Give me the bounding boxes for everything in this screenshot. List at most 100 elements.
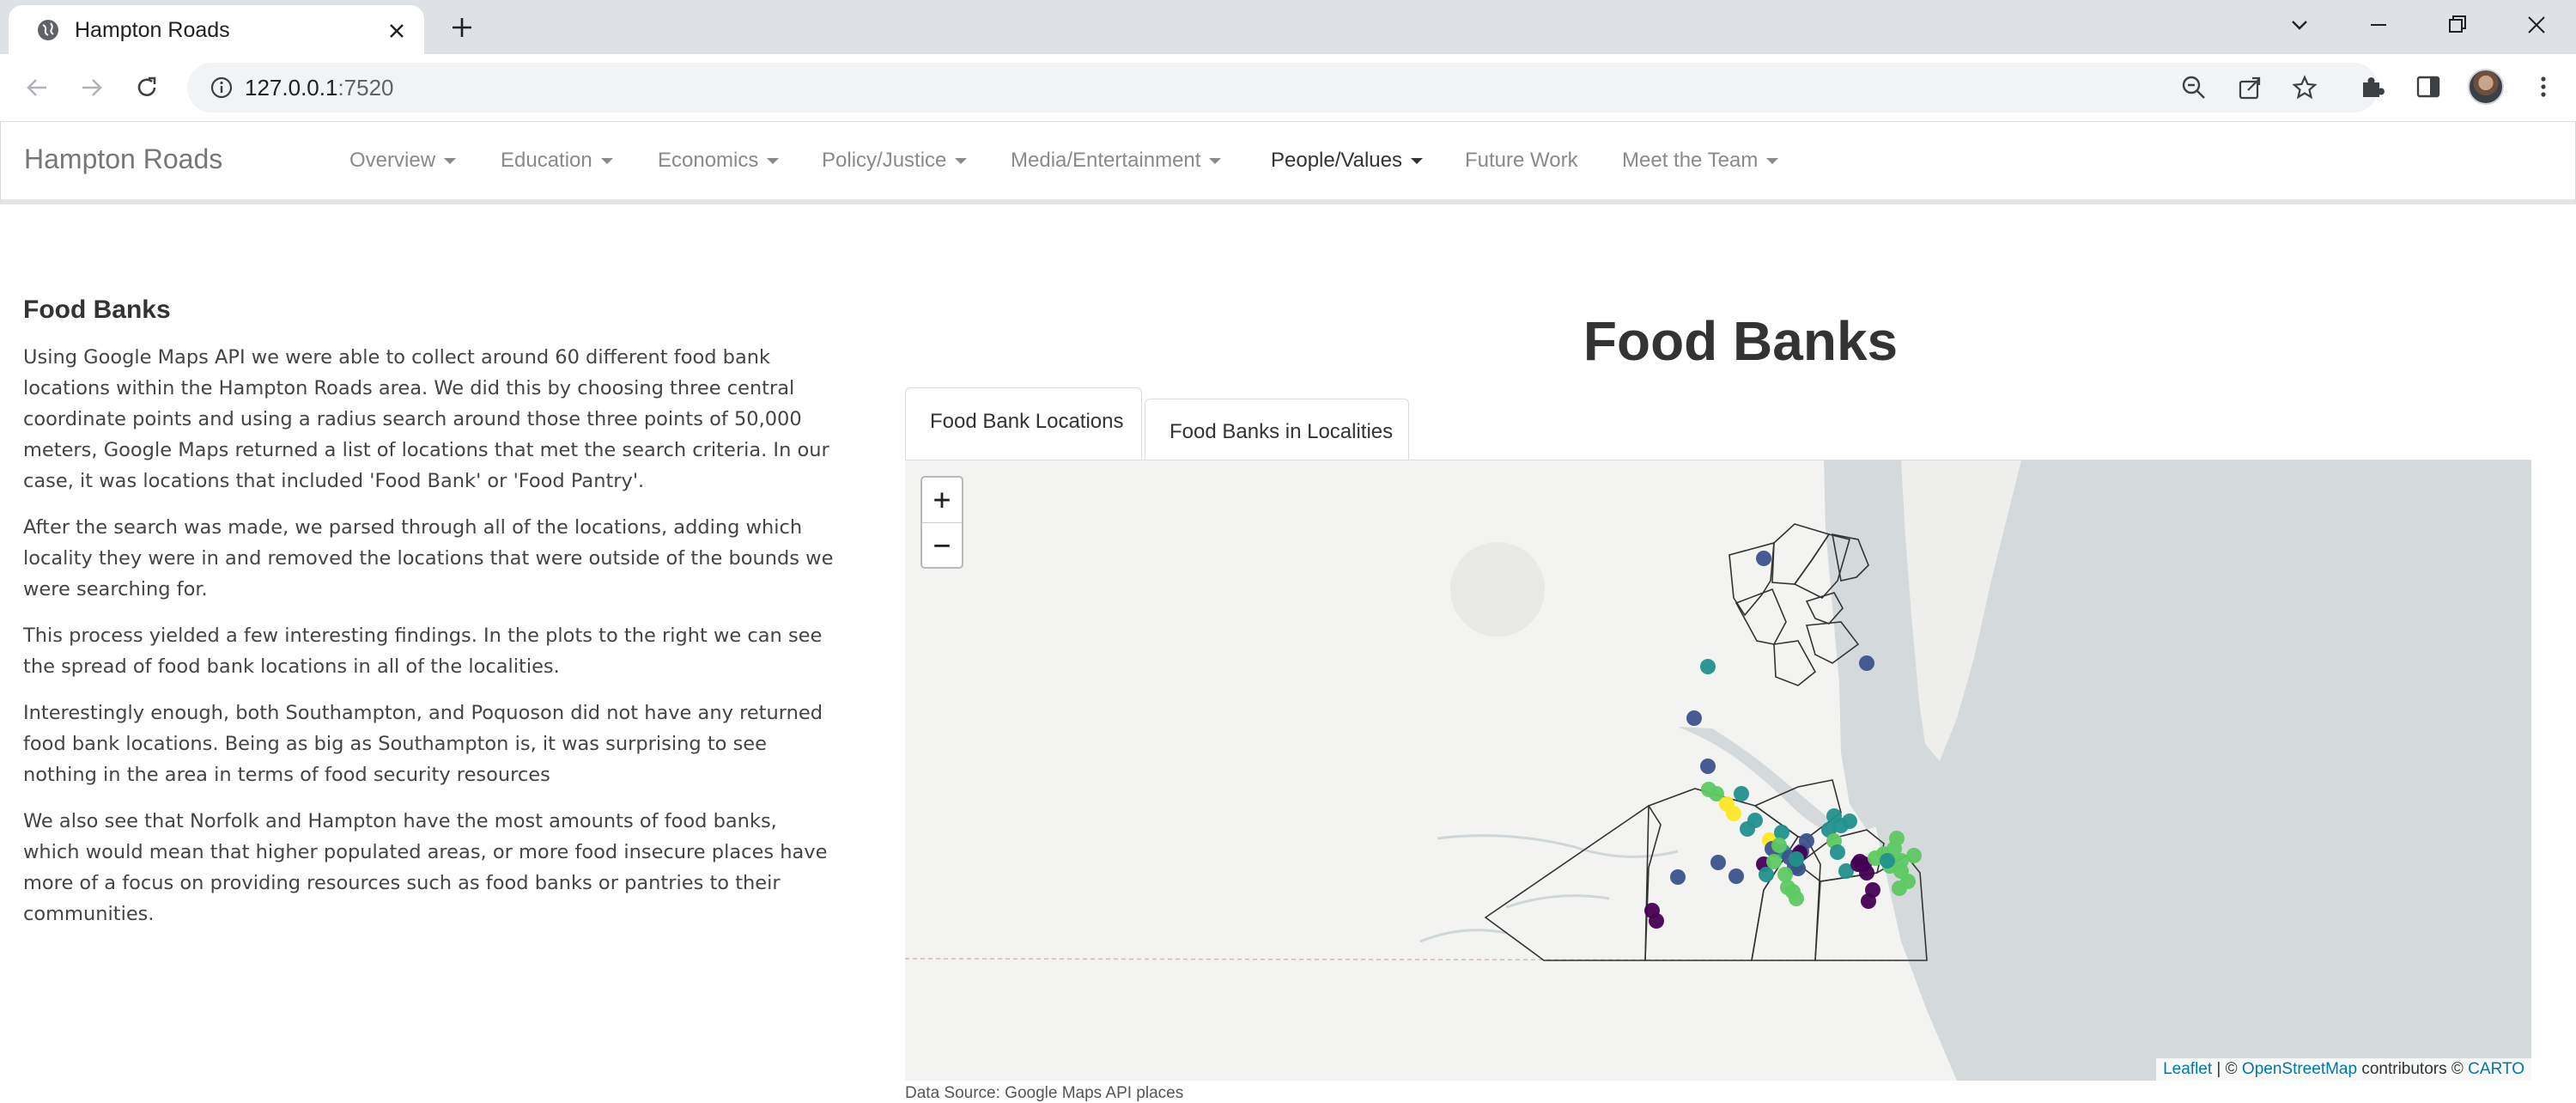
food-bank-marker[interactable] [1670, 869, 1686, 885]
food-bank-marker[interactable] [1700, 659, 1716, 674]
nav-education[interactable]: Education [501, 149, 613, 173]
url-port: :7520 [337, 75, 394, 101]
restore-icon[interactable] [2445, 12, 2470, 38]
leaflet-link[interactable]: Leaflet [2163, 1060, 2212, 1078]
urban-area [1450, 542, 1545, 637]
side-panel-icon[interactable] [2414, 72, 2443, 101]
nav-future-work[interactable]: Future Work [1465, 149, 1578, 173]
food-bank-marker[interactable] [1759, 867, 1774, 882]
nav-overview[interactable]: Overview [349, 149, 457, 173]
nav-policy-justice[interactable]: Policy/Justice [822, 149, 968, 173]
tab-food-bank-locations[interactable]: Food Bank Locations [905, 387, 1142, 460]
sidebar-text-panel: Food Banks Using Google Maps API we were… [23, 296, 839, 945]
browser-tab-title: Hampton Roads [75, 18, 230, 42]
caret-down-icon [1209, 158, 1222, 165]
attribution-contrib: contributors © [2357, 1060, 2469, 1078]
food-bank-marker[interactable] [1649, 913, 1664, 929]
nav-future-work-label: Future Work [1465, 149, 1578, 172]
reload-icon[interactable] [132, 73, 161, 102]
map-canvas[interactable] [905, 460, 2531, 1081]
address-bar[interactable]: 127.0.0.1:7520 [187, 63, 2379, 113]
food-bank-marker[interactable] [1686, 710, 1702, 726]
caret-down-icon [1766, 158, 1779, 165]
new-tab-icon[interactable] [448, 14, 476, 41]
food-bank-marker[interactable] [1789, 851, 1804, 867]
url-text: 127.0.0.1:7520 [245, 75, 394, 101]
tab-search-chevron-icon[interactable] [2287, 12, 2312, 38]
osm-link[interactable]: OpenStreetMap [2242, 1060, 2357, 1078]
navbar-brand[interactable]: Hampton Roads [24, 143, 222, 175]
food-bank-marker[interactable] [1777, 867, 1793, 882]
paragraph-5: We also see that Norfolk and Hampton hav… [23, 810, 828, 925]
food-bank-marker[interactable] [1774, 825, 1789, 840]
nav-economics[interactable]: Economics [658, 149, 780, 173]
back-arrow-icon[interactable] [22, 73, 52, 102]
food-bank-marker[interactable] [1710, 855, 1726, 870]
zoom-out-icon[interactable] [2180, 74, 2208, 101]
more-menu-icon[interactable] [2529, 72, 2558, 101]
site-info-icon[interactable] [210, 76, 234, 100]
nav-meet-the-team-label: Meet the Team [1622, 149, 1759, 172]
paragraph-2: After the search was made, we parsed thr… [23, 516, 834, 600]
bookmark-star-icon[interactable] [2291, 74, 2318, 101]
nav-media-entertainment[interactable]: Media/Entertainment [1011, 149, 1222, 173]
close-window-icon[interactable] [2524, 12, 2549, 38]
caret-down-icon [600, 158, 613, 165]
tabset: Food Bank Locations Food Banks in Locali… [905, 387, 2531, 460]
food-bank-marker[interactable] [1771, 838, 1787, 853]
caret-down-icon [955, 158, 968, 165]
food-bank-marker[interactable] [1747, 813, 1763, 828]
tab-food-banks-in-localities[interactable]: Food Banks in Localities [1145, 399, 1409, 460]
food-bank-marker[interactable] [1756, 551, 1771, 566]
food-bank-marker[interactable] [1861, 893, 1876, 909]
browser-tab-strip: Hampton Roads [0, 0, 2576, 54]
caret-down-icon [767, 158, 780, 165]
paragraph-3: This process yielded a few interesting f… [23, 625, 823, 678]
caret-down-icon [444, 158, 457, 165]
food-bank-marker[interactable] [1854, 856, 1869, 872]
minimize-icon[interactable] [2366, 12, 2391, 38]
section-heading: Food Banks [23, 296, 171, 324]
food-bank-marker[interactable] [1906, 848, 1922, 863]
food-bank-marker[interactable] [1789, 891, 1804, 906]
zoom-in-button[interactable]: + [922, 478, 962, 523]
nav-people-values-label: People/Values [1271, 149, 1402, 172]
food-bank-marker[interactable] [1726, 806, 1741, 821]
food-bank-marker[interactable] [1700, 759, 1716, 774]
food-bank-marker[interactable] [1889, 831, 1905, 846]
nav-overview-label: Overview [349, 149, 436, 172]
site-navbar: Hampton Roads Overview Education Economi… [0, 121, 2576, 204]
food-bank-marker[interactable] [1842, 814, 1857, 829]
food-bank-marker[interactable] [1830, 844, 1845, 860]
food-bank-marker[interactable] [1859, 655, 1874, 671]
zoom-out-button[interactable]: − [922, 523, 962, 568]
forward-arrow-icon[interactable] [77, 73, 106, 102]
extensions-puzzle-icon[interactable] [2358, 72, 2387, 101]
food-bank-marker[interactable] [1766, 854, 1782, 869]
food-bank-marker[interactable] [1880, 853, 1895, 868]
page-title: Food Banks [1583, 310, 1899, 372]
url-host: 127.0.0.1 [245, 75, 338, 101]
nav-policy-justice-label: Policy/Justice [822, 149, 947, 172]
paragraph-4: Interestingly enough, both Southampton, … [23, 702, 823, 786]
map-attribution: Leaflet | © OpenStreetMap contributors ©… [2156, 1058, 2531, 1081]
browser-toolbar: 127.0.0.1:7520 [0, 54, 2576, 122]
attribution-sep: | © [2212, 1060, 2242, 1078]
caret-down-icon [1411, 158, 1423, 165]
close-tab-icon[interactable] [386, 21, 407, 41]
nav-media-entertainment-label: Media/Entertainment [1011, 149, 1201, 172]
share-icon[interactable] [2236, 74, 2263, 101]
nav-meet-the-team[interactable]: Meet the Team [1622, 149, 1779, 173]
profile-avatar[interactable] [2468, 69, 2504, 105]
tab-food-bank-locations-label: Food Bank Locations [930, 410, 1124, 433]
food-bank-marker[interactable] [1728, 868, 1744, 884]
nav-economics-label: Economics [658, 149, 759, 172]
food-bank-marker[interactable] [1892, 881, 1907, 896]
food-bank-marker[interactable] [1734, 786, 1749, 801]
carto-link[interactable]: CARTO [2468, 1060, 2524, 1078]
browser-tab[interactable]: Hampton Roads [9, 5, 424, 54]
tab-food-banks-in-localities-label: Food Banks in Localities [1170, 420, 1394, 443]
nav-people-values[interactable]: People/Values [1271, 149, 1423, 173]
nav-education-label: Education [501, 149, 592, 172]
leaflet-map[interactable]: + − Leaflet | © OpenStreetMap contributo… [905, 460, 2531, 1081]
